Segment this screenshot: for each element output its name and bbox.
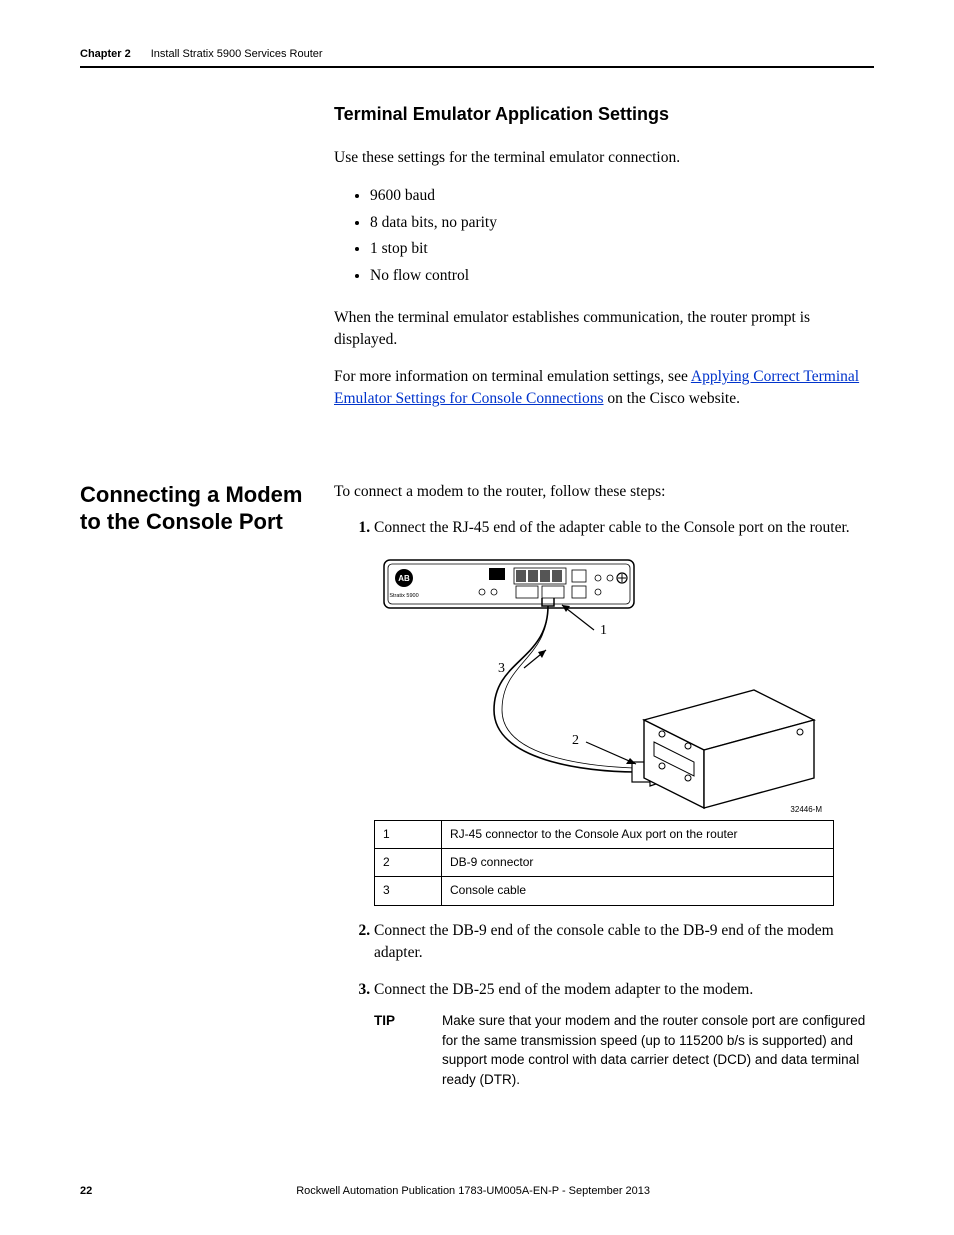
tip-text: Make sure that your modem and the router…: [442, 1011, 874, 1089]
text: on the Cisco website.: [604, 390, 740, 407]
callout-3: 3: [498, 661, 505, 676]
paragraph: Use these settings for the terminal emul…: [334, 147, 874, 169]
figure-legend: 1 RJ-45 connector to the Console Aux por…: [374, 820, 834, 906]
paragraph: When the terminal emulator establishes c…: [334, 307, 874, 352]
legend-text: DB-9 connector: [442, 849, 834, 877]
list-item: 9600 baud: [370, 183, 874, 209]
settings-list: 9600 baud 8 data bits, no parity 1 stop …: [370, 183, 874, 288]
page-footer: 22 Rockwell Automation Publication 1783-…: [80, 1185, 874, 1197]
tip-block: TIP Make sure that your modem and the ro…: [374, 1011, 874, 1089]
legend-num: 1: [375, 820, 442, 848]
steps-list: Connect the RJ-45 end of the adapter cab…: [334, 517, 874, 1089]
table-row: 2 DB-9 connector: [375, 849, 834, 877]
list-item: No flow control: [370, 263, 874, 289]
figure-id: 32446-M: [790, 805, 822, 814]
step-item: Connect the DB-25 end of the modem adapt…: [374, 979, 874, 1090]
legend-text: Console cable: [442, 877, 834, 905]
table-row: 1 RJ-45 connector to the Console Aux por…: [375, 820, 834, 848]
device-model: Stratix 5900: [389, 593, 418, 599]
step-text: Connect the RJ-45 end of the adapter cab…: [374, 519, 850, 536]
paragraph: For more information on terminal emulati…: [334, 366, 874, 411]
figure-router-modem: AB Stratix 5900: [374, 550, 874, 906]
page-number: 22: [80, 1185, 92, 1197]
step-text: Connect the DB-25 end of the modem adapt…: [374, 981, 753, 998]
legend-text: RJ-45 connector to the Console Aux port …: [442, 820, 834, 848]
section-heading-modem: Connecting a Modem to the Console Port: [80, 481, 306, 536]
diagram-svg: AB Stratix 5900: [374, 550, 834, 820]
chapter-label: Chapter 2: [80, 48, 131, 60]
table-row: 3 Console cable: [375, 877, 834, 905]
publication-id: Rockwell Automation Publication 1783-UM0…: [92, 1185, 854, 1197]
paragraph: To connect a modem to the router, follow…: [334, 481, 874, 503]
text: For more information on terminal emulati…: [334, 368, 691, 385]
running-header: Chapter 2 Install Stratix 5900 Services …: [80, 48, 874, 68]
legend-num: 2: [375, 849, 442, 877]
list-item: 8 data bits, no parity: [370, 210, 874, 236]
chapter-title: Install Stratix 5900 Services Router: [151, 48, 323, 60]
device-brand: AB: [398, 574, 410, 583]
tip-label: TIP: [374, 1011, 420, 1089]
subheading-terminal-emulator: Terminal Emulator Application Settings: [334, 104, 874, 125]
legend-num: 3: [375, 877, 442, 905]
step-item: Connect the DB-9 end of the console cabl…: [374, 920, 874, 965]
callout-1: 1: [600, 623, 607, 638]
list-item: 1 stop bit: [370, 236, 874, 262]
step-item: Connect the RJ-45 end of the adapter cab…: [374, 517, 874, 906]
callout-2: 2: [572, 733, 579, 748]
